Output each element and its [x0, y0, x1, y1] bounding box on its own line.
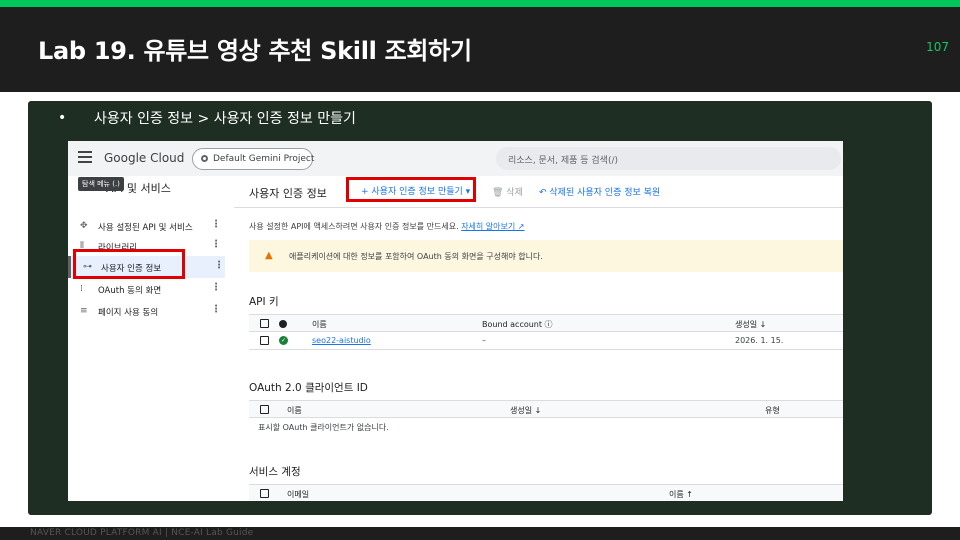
consent-icon: ⁞ [80, 284, 83, 294]
sidebar-item-label: 사용 설정된 API 및 서비스 [98, 223, 193, 233]
col-bound-account[interactable]: Bound account ⓘ [482, 319, 553, 330]
toolbar: 사용자 인증 정보 + 사용자 인증 정보 만들기 ▾ 🗑 삭제 ↶ 삭제된 사… [234, 176, 843, 208]
menu-icon[interactable] [78, 151, 92, 163]
delete-button[interactable]: 🗑 삭제 [492, 185, 523, 198]
sidebar-item-page-consent[interactable]: ≡ 페이지 사용 동의 ⋮ [68, 300, 225, 322]
search-input[interactable]: 리소스, 문서, 제품 등 검색(/) [496, 147, 841, 170]
project-selector[interactable]: Default Gemini Project [192, 148, 315, 170]
select-all-checkbox[interactable] [260, 489, 269, 498]
select-all-checkbox[interactable] [260, 319, 269, 328]
empty-message: 표시할 OAuth 클라이언트가 없습니다. [258, 423, 389, 432]
col-name[interactable]: 이름 [287, 405, 302, 416]
restore-button[interactable]: ↶ 삭제된 사용자 인증 정보 복원 [539, 185, 660, 198]
warning-text: 애플리케이션에 대한 정보를 포함하여 OAuth 동의 화면을 구성해야 합니… [289, 252, 543, 261]
console-screenshot: Google Cloud Default Gemini Project 리소스,… [68, 141, 843, 501]
highlight-create-button [346, 177, 476, 202]
select-all-checkbox[interactable] [260, 405, 269, 414]
description-text: 사용 설정한 API에 액세스하려면 사용자 인증 정보를 만드세요. [249, 222, 459, 231]
apis-icon: ✥ [80, 221, 88, 231]
sidebar: ✥ 사용 설정된 API 및 서비스 ⋮ ⦀ 라이브러리 ⋮ ⊶ 사용자 인증 정보 ⋮ ⁞… [68, 176, 228, 501]
page-title: 사용자 인증 정보 [249, 187, 327, 200]
check-icon: ✓ [279, 336, 288, 345]
project-icon [201, 155, 208, 162]
highlight-credentials [73, 249, 185, 279]
api-key-link[interactable]: seo22-aistudio [312, 336, 371, 345]
sidebar-item-label: OAuth 동의 화면 [98, 286, 162, 296]
col-email[interactable]: 이메일 [287, 489, 309, 500]
description: 사용 설정한 API에 액세스하려면 사용자 인증 정보를 만드세요. 자세히 … [249, 221, 525, 232]
empty-row: 표시할 OAuth 클라이언트가 없습니다. [249, 418, 843, 436]
slide-title: Lab 19. 유튜브 영상 추천 Skill 조회하기 [38, 37, 472, 65]
bullet-text: 사용자 인증 정보 > 사용자 인증 정보 만들기 [94, 111, 356, 127]
more-icon[interactable]: ⋮ [211, 282, 221, 293]
more-icon[interactable]: ⋮ [214, 260, 224, 271]
service-accounts-title: 서비스 계정 [249, 466, 301, 478]
project-name: Default Gemini Project [213, 154, 315, 164]
sidebar-item-enabled-apis[interactable]: ✥ 사용 설정된 API 및 서비스 ⋮ [68, 215, 225, 237]
col-created[interactable]: 생성일 ↓ [510, 405, 541, 416]
more-icon[interactable]: ⋮ [211, 304, 221, 315]
more-icon[interactable]: ⋮ [211, 219, 221, 230]
api-keys-title: API 키 [249, 296, 279, 308]
col-name[interactable]: 이름 [312, 319, 327, 330]
warning-banner: ▲ 애플리케이션에 대한 정보를 포함하여 OAuth 동의 화면을 구성해야 … [249, 240, 843, 272]
more-icon[interactable]: ⋮ [211, 239, 221, 250]
accent-bar [0, 0, 960, 7]
settings-list-icon: ≡ [80, 306, 88, 316]
row-checkbox[interactable] [260, 336, 269, 345]
created-date: 2026. 1. 15. [735, 336, 784, 345]
bound-account: – [482, 336, 486, 345]
oauth-title: OAuth 2.0 클라이언트 ID [249, 382, 368, 394]
main-content: 사용자 인증 정보 + 사용자 인증 정보 만들기 ▾ 🗑 삭제 ↶ 삭제된 사… [234, 176, 843, 501]
slide-header: Lab 19. 유튜브 영상 추천 Skill 조회하기 107 [0, 7, 960, 92]
oauth-header: 이름 생성일 ↓ 유형 [249, 400, 843, 418]
warning-icon: ▲ [265, 250, 273, 261]
google-cloud-logo[interactable]: Google Cloud [104, 151, 184, 165]
bullet-mark: • [58, 110, 67, 126]
api-keys-header: 이름 Bound account ⓘ 생성일 ↓ [249, 314, 843, 332]
col-name[interactable]: 이름 ↑ [669, 489, 693, 500]
status-icon [279, 320, 287, 328]
learn-more-link[interactable]: 자세히 알아보기 ↗ [461, 222, 524, 231]
col-created[interactable]: 생성일 ↓ [735, 319, 766, 330]
footer-text: NAVER CLOUD PLATFORM AI | NCE-AI Lab Gui… [30, 528, 254, 538]
sidebar-item-label: 페이지 사용 동의 [98, 308, 159, 318]
service-accounts-header: 이메일 이름 ↑ [249, 484, 843, 501]
console-top-bar: Google Cloud Default Gemini Project 리소스,… [68, 141, 843, 176]
table-row: ✓ seo22-aistudio – 2026. 1. 15. [249, 332, 843, 350]
col-type[interactable]: 유형 [765, 405, 780, 416]
sidebar-item-oauth-consent[interactable]: ⁞ OAuth 동의 화면 ⋮ [68, 278, 225, 300]
nav-menu-tooltip: 탐색 메뉴 (.) [78, 177, 124, 191]
page-number: 107 [926, 40, 949, 54]
